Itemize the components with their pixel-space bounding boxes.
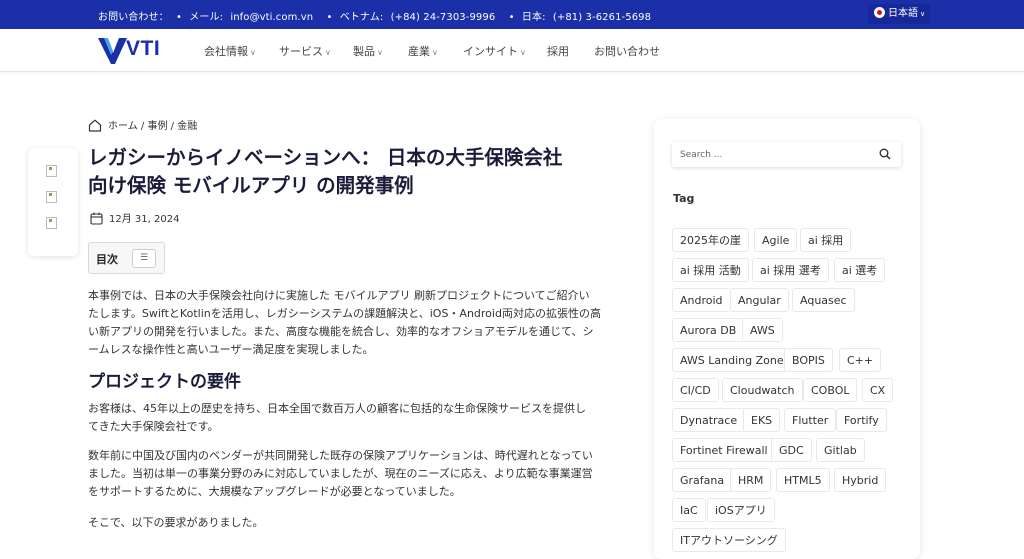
tag-item[interactable]: BOPIS [784, 348, 833, 372]
section-heading: プロジェクトの要件 [88, 372, 241, 392]
breadcrumb-subcategory[interactable]: 金融 [177, 121, 197, 132]
breadcrumb-home[interactable]: ホーム [108, 121, 138, 132]
nav-item-insights[interactable]: インサイト ∨ [463, 43, 526, 59]
language-selector[interactable]: 日本語 ∨ [868, 4, 930, 24]
search-box [672, 142, 901, 167]
tag-item[interactable]: ai 採用 活動 [672, 258, 749, 282]
tag-item[interactable]: HTML5 [776, 468, 830, 492]
vn-label: ベトナム: [339, 12, 387, 23]
logo-text[interactable]: VTI [126, 37, 160, 61]
share-image-icon[interactable] [46, 217, 60, 229]
intro-paragraph: 本事例では、日本の大手保険会社向けに実施した モバイルアプリ 刷新プロジェクトに… [88, 289, 601, 356]
jp-label: 日本: [521, 12, 549, 23]
share-image-icon[interactable] [46, 191, 60, 203]
nav-item-careers[interactable]: 採用 [547, 43, 569, 59]
home-icon [88, 119, 102, 132]
chevron-down-icon: ∨ [325, 48, 331, 57]
tag-item[interactable]: C++ [839, 348, 882, 372]
tag-item[interactable]: ai 採用 選考 [752, 258, 829, 282]
tag-item[interactable]: 2025年の崖 [672, 228, 749, 252]
tag-item[interactable]: IaC [672, 498, 706, 522]
vn-phone-link[interactable]: (+84) 24-7303-9996 [391, 12, 496, 23]
calendar-icon [90, 212, 103, 225]
jp-phone-link[interactable]: (+81) 3-6261-5698 [553, 12, 651, 23]
email-label: メール: [189, 12, 227, 23]
tag-item[interactable]: Agile [754, 228, 798, 252]
nav-item-services[interactable]: サービス ∨ [279, 43, 331, 59]
tag-item[interactable]: Grafana [672, 468, 733, 492]
top-contact-bar: お問い合わせ： • メール: info@vti.com.vn • ベトナム: (… [0, 0, 1024, 29]
tag-section-title: Tag [673, 192, 695, 205]
tag-item[interactable]: Fortinet Firewall [672, 438, 776, 462]
tag-item[interactable]: Gitlab [816, 438, 865, 462]
tag-item[interactable]: HRM [730, 468, 772, 492]
tag-item[interactable]: Android [672, 288, 731, 312]
nav-item-products[interactable]: 製品 ∨ [353, 43, 383, 59]
list-icon: ☰ [139, 253, 149, 263]
email-link[interactable]: info@vti.com.vn [230, 12, 313, 23]
tag-item[interactable]: AWS Landing Zone [672, 348, 792, 372]
share-panel [28, 148, 78, 256]
tag-item[interactable]: Flutter [784, 408, 837, 432]
tag-item[interactable]: Angular [730, 288, 789, 312]
tag-item[interactable]: CX [862, 378, 894, 402]
toc-toggle-button[interactable]: ☰ [132, 249, 156, 268]
tag-item[interactable]: GDC [771, 438, 812, 462]
search-input[interactable] [672, 142, 872, 167]
tag-item[interactable]: Fortify [836, 408, 887, 432]
share-image-icon[interactable] [46, 165, 60, 177]
tag-item[interactable]: EKS [743, 408, 781, 432]
table-of-contents: 目次 ☰ [88, 242, 165, 274]
nav-item-company[interactable]: 会社情報 ∨ [204, 43, 256, 59]
tag-item[interactable]: Aquasec [792, 288, 855, 312]
chevron-down-icon: ∨ [250, 48, 256, 57]
chevron-down-icon: ∨ [377, 48, 383, 57]
breadcrumb-category[interactable]: 事例 [147, 121, 167, 132]
paragraph-background: 数年前に中国及び国内のベンダーが共同開発した既存の保険アプリケーションは、時代遅… [88, 449, 593, 498]
sidebar: Tag 2025年の崖 Agile ai 採用 ai 採用 活動 ai 採用 選… [654, 119, 920, 559]
search-icon[interactable] [879, 148, 891, 160]
chevron-down-icon: ∨ [520, 48, 526, 57]
contact-info: お問い合わせ： • メール: info@vti.com.vn • ベトナム: (… [98, 12, 652, 23]
site-header: VTI 会社情報 ∨ サービス ∨ 製品 ∨ 産業 ∨ インサイト ∨ 採用 お問い合わせ [0, 29, 1024, 72]
nav-item-industries[interactable]: 産業 ∨ [408, 43, 438, 59]
toc-label: 目次 [96, 253, 118, 266]
tag-item[interactable]: ai 採用 [800, 228, 852, 252]
page-title: レガシーからイノベーションへ： 日本の大手保険会社 向け保険 モバイルアプリ の… [88, 146, 563, 197]
tag-item[interactable]: COBOL [803, 378, 858, 402]
tag-item[interactable]: Aurora DB [672, 318, 745, 342]
nav-item-contact[interactable]: お問い合わせ [594, 43, 660, 59]
chevron-down-icon: ∨ [920, 10, 926, 18]
paragraph-client: お客様は、45年以上の歴史を持ち、日本全国で数百万人の顧客に包括的な生命保険サー… [88, 402, 586, 433]
language-label: 日本語 [888, 8, 918, 19]
tag-item[interactable]: iOSアプリ [707, 498, 775, 522]
tag-item[interactable]: Hybrid [834, 468, 887, 492]
tag-item[interactable]: ITアウトソーシング [672, 528, 786, 552]
tag-item[interactable]: CI/CD [672, 378, 719, 402]
post-date: 12月 31, 2024 [90, 210, 179, 225]
breadcrumb: ホーム / 事例 / 金融 [88, 117, 197, 132]
tag-item[interactable]: Dynatrace [672, 408, 746, 432]
chevron-down-icon: ∨ [432, 48, 438, 57]
vti-logo-icon[interactable] [98, 35, 128, 65]
japan-flag-icon [874, 7, 885, 18]
paragraph-requirements: そこで、以下の要求がありました。 [88, 516, 264, 529]
tag-item[interactable]: AWS [742, 318, 783, 342]
tag-item[interactable]: Cloudwatch [722, 378, 803, 402]
contact-label: お問い合わせ： [98, 12, 169, 23]
tag-item[interactable]: ai 選考 [834, 258, 886, 282]
